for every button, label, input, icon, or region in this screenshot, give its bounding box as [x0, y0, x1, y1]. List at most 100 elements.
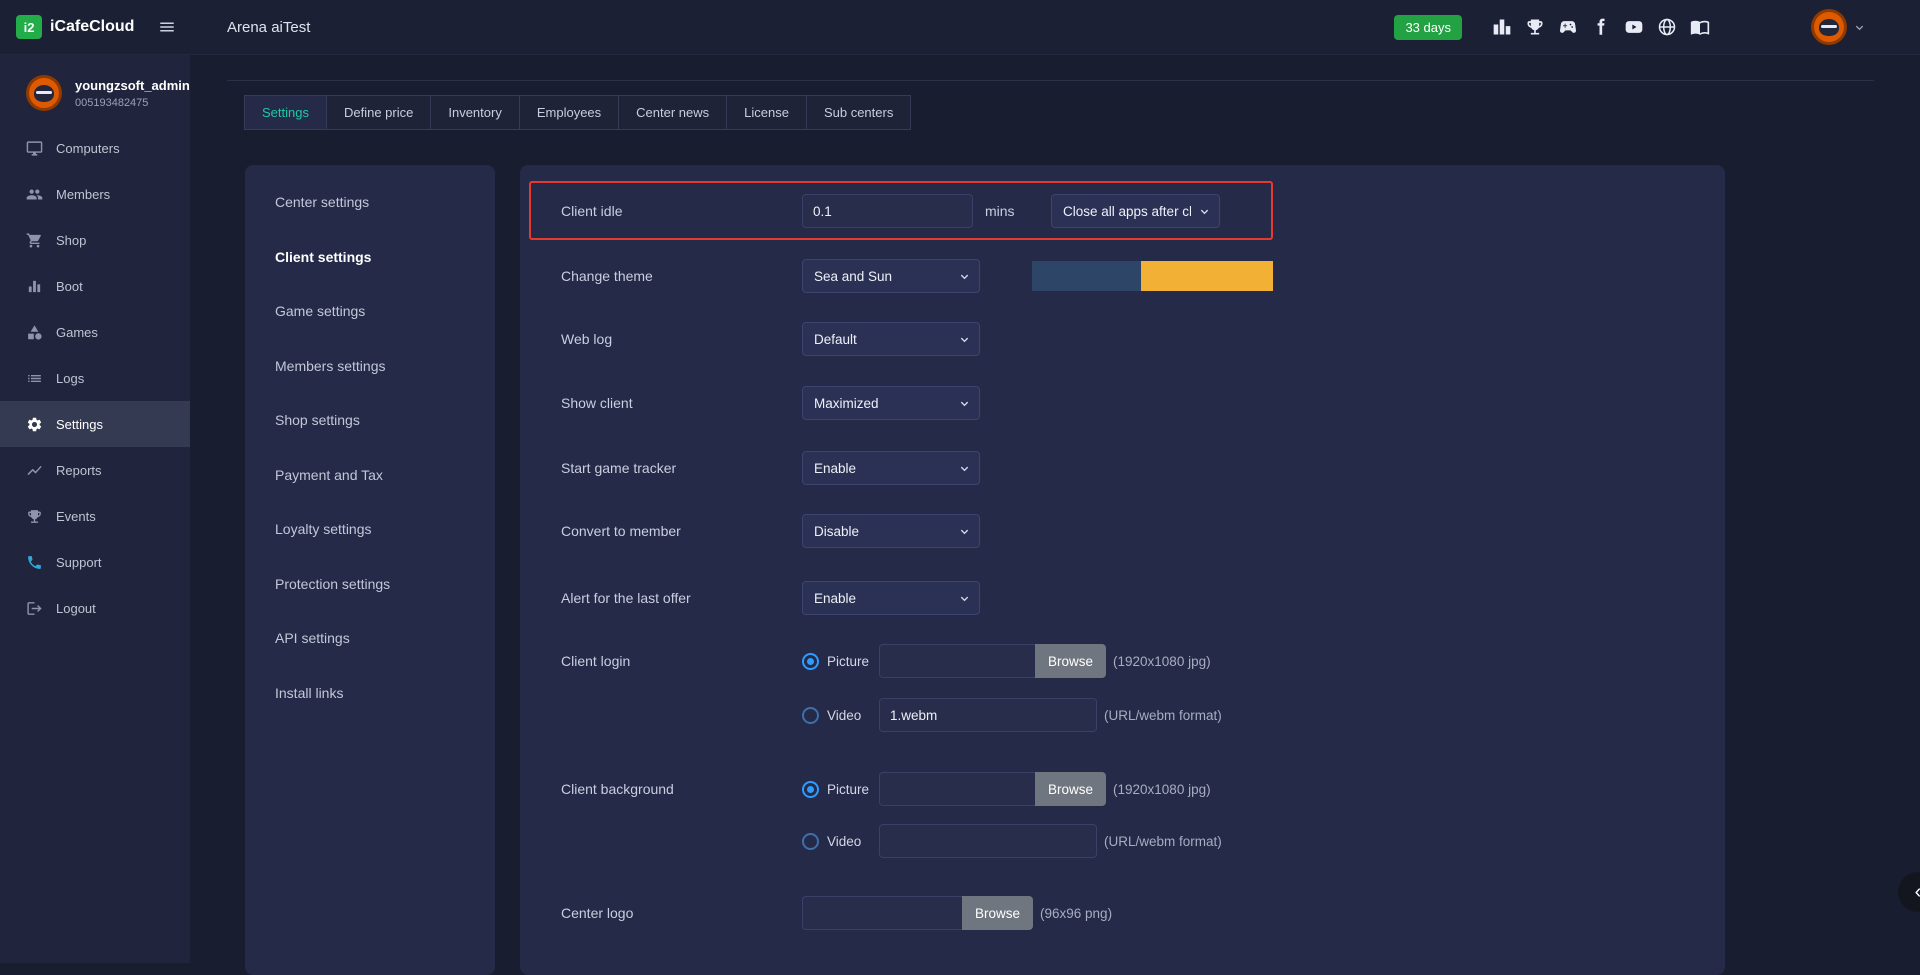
- nav-item-protection-settings[interactable]: Protection settings: [245, 557, 495, 612]
- sidebar-item-settings[interactable]: Settings: [0, 401, 190, 447]
- tab-inventory[interactable]: Inventory: [430, 95, 519, 130]
- client-login-label: Client login: [561, 653, 802, 669]
- tab-settings[interactable]: Settings: [244, 95, 327, 130]
- game-tracker-select[interactable]: Enable: [802, 451, 980, 485]
- client-bg-picture-radio[interactable]: [802, 781, 819, 798]
- discord-icon[interactable]: [1558, 17, 1578, 37]
- video-radio-label: Video: [827, 834, 873, 849]
- client-idle-action-value: Close all apps after che: [1063, 204, 1191, 219]
- client-settings-panel: Client idle mins Close all apps after ch…: [520, 165, 1725, 975]
- show-client-label: Show client: [561, 395, 802, 411]
- alert-offer-label: Alert for the last offer: [561, 590, 802, 606]
- alert-offer-value: Enable: [814, 591, 951, 606]
- center-logo-label: Center logo: [561, 905, 802, 921]
- client-bg-video-input[interactable]: [879, 824, 1097, 858]
- globe-icon[interactable]: [1657, 17, 1677, 37]
- brand-name: iCafeCloud: [50, 18, 134, 36]
- sidebar-item-members[interactable]: Members: [0, 171, 190, 217]
- client-idle-label: Client idle: [561, 203, 802, 219]
- tab-sub-centers[interactable]: Sub centers: [806, 95, 911, 130]
- client-login-picture-input[interactable]: [879, 644, 1035, 678]
- user-menu[interactable]: [1811, 9, 1865, 45]
- client-idle-input[interactable]: [802, 194, 973, 228]
- chevron-down-icon: [959, 334, 970, 345]
- tab-license[interactable]: License: [726, 95, 807, 130]
- picture-radio-label: Picture: [827, 654, 873, 669]
- sidebar-user-info: youngzsoft_admin 005193482475: [75, 78, 190, 109]
- nav-item-payment-tax[interactable]: Payment and Tax: [245, 448, 495, 503]
- sidebar-item-games[interactable]: Games: [0, 309, 190, 355]
- user-name: youngzsoft_admin: [75, 78, 190, 93]
- nav-item-loyalty-settings[interactable]: Loyalty settings: [245, 502, 495, 557]
- client-login-video-radio[interactable]: [802, 707, 819, 724]
- client-bg-label: Client background: [561, 781, 802, 797]
- client-login-picture-radio[interactable]: [802, 653, 819, 670]
- row-client-bg-video: Video (URL/webm format): [561, 824, 1705, 858]
- sidebar-item-shop[interactable]: Shop: [0, 217, 190, 263]
- nav-item-shop-settings[interactable]: Shop settings: [245, 393, 495, 448]
- chevron-down-icon: [959, 526, 970, 537]
- settings-nav-card: Center settings Client settings Game set…: [245, 165, 495, 975]
- game-tracker-value: Enable: [814, 461, 951, 476]
- client-bg-picture-input[interactable]: [879, 772, 1035, 806]
- nav-item-client-settings[interactable]: Client settings: [245, 230, 495, 285]
- sidebar-item-boot[interactable]: Boot: [0, 263, 190, 309]
- row-client-login-video: Video (URL/webm format): [561, 698, 1705, 732]
- sidebar-item-label: Boot: [56, 279, 83, 294]
- trophy-icon[interactable]: [1525, 17, 1545, 37]
- menu-toggle-icon[interactable]: [158, 18, 176, 36]
- show-client-select[interactable]: Maximized: [802, 386, 980, 420]
- nav-item-members-settings[interactable]: Members settings: [245, 339, 495, 394]
- row-change-theme: Change theme Sea and Sun: [561, 259, 1705, 293]
- chevron-down-icon[interactable]: [1854, 22, 1865, 33]
- client-login-picture-hint: (1920x1080 jpg): [1113, 654, 1211, 669]
- sidebar-user-avatar: [26, 75, 62, 111]
- page-title: Arena aiTest: [227, 19, 310, 36]
- sidebar-item-logout[interactable]: Logout: [0, 585, 190, 631]
- gear-icon: [26, 416, 43, 433]
- sidebar-item-label: Members: [56, 187, 110, 202]
- sidebar-item-reports[interactable]: Reports: [0, 447, 190, 493]
- facebook-icon[interactable]: [1591, 17, 1611, 37]
- brand-logo[interactable]: i2 iCafeCloud: [16, 15, 134, 39]
- sidebar-item-support[interactable]: Support: [0, 539, 190, 585]
- tab-center-news[interactable]: Center news: [618, 95, 727, 130]
- alert-offer-select[interactable]: Enable: [802, 581, 980, 615]
- show-client-value: Maximized: [814, 396, 951, 411]
- book-icon[interactable]: [1690, 17, 1710, 37]
- license-days-badge[interactable]: 33 days: [1394, 15, 1462, 40]
- youtube-icon[interactable]: [1624, 17, 1644, 37]
- client-idle-action-select[interactable]: Close all apps after che: [1051, 194, 1220, 228]
- nav-item-center-settings[interactable]: Center settings: [245, 175, 495, 230]
- sidebar-item-label: Support: [56, 555, 102, 570]
- sidebar-item-label: Events: [56, 509, 96, 524]
- sidebar-item-label: Computers: [56, 141, 120, 156]
- convert-member-select[interactable]: Disable: [802, 514, 980, 548]
- tab-employees[interactable]: Employees: [519, 95, 619, 130]
- convert-member-label: Convert to member: [561, 523, 802, 539]
- client-bg-video-radio[interactable]: [802, 833, 819, 850]
- theme-select[interactable]: Sea and Sun: [802, 259, 980, 293]
- nav-item-game-settings[interactable]: Game settings: [245, 284, 495, 339]
- tab-define-price[interactable]: Define price: [326, 95, 431, 130]
- sidebar-item-label: Shop: [56, 233, 86, 248]
- center-logo-input[interactable]: [802, 896, 962, 930]
- user-avatar[interactable]: [1811, 9, 1847, 45]
- client-login-video-input[interactable]: [879, 698, 1097, 732]
- client-login-picture-browse-button[interactable]: Browse: [1035, 644, 1106, 678]
- center-logo-browse-button[interactable]: Browse: [962, 896, 1033, 930]
- leaderboard-icon[interactable]: [1492, 17, 1512, 37]
- theme-swatch-primary: [1032, 261, 1141, 291]
- convert-member-value: Disable: [814, 524, 951, 539]
- sidebar-item-events[interactable]: Events: [0, 493, 190, 539]
- video-radio-label: Video: [827, 708, 873, 723]
- nav-item-api-settings[interactable]: API settings: [245, 611, 495, 666]
- sidebar-item-computers[interactable]: Computers: [0, 125, 190, 171]
- monitor-icon: [26, 140, 43, 157]
- nav-item-install-links[interactable]: Install links: [245, 666, 495, 721]
- sidebar-user[interactable]: youngzsoft_admin 005193482475: [0, 55, 190, 111]
- sidebar-item-logs[interactable]: Logs: [0, 355, 190, 401]
- web-log-select[interactable]: Default: [802, 322, 980, 356]
- client-bg-picture-browse-button[interactable]: Browse: [1035, 772, 1106, 806]
- row-client-idle: Client idle mins Close all apps after ch…: [561, 194, 1705, 228]
